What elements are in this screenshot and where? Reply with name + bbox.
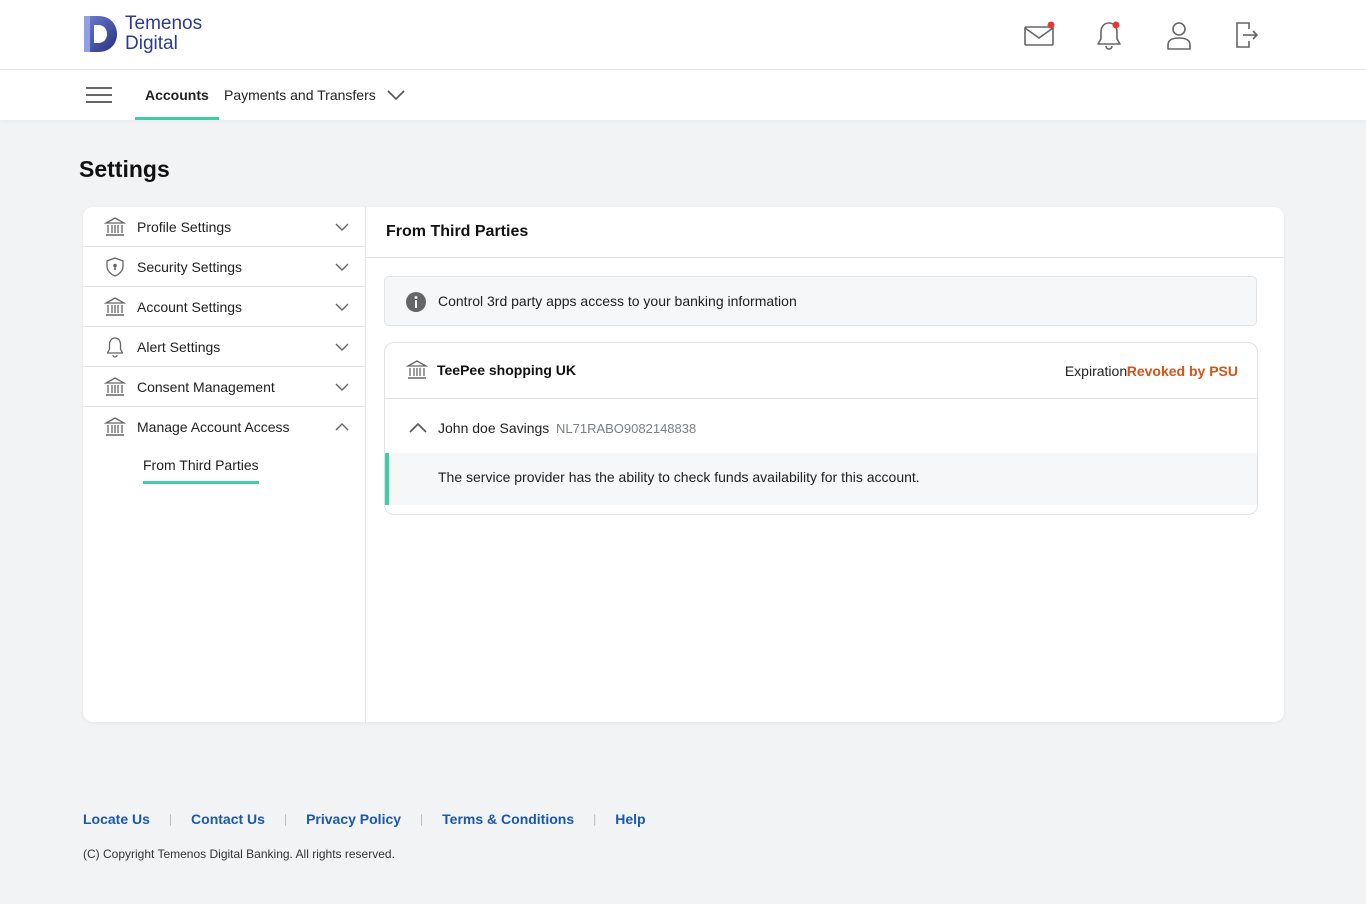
- footer-links: Locate Us | Contact Us | Privacy Policy …: [83, 811, 646, 827]
- brand-name: Temenos Digital: [125, 14, 202, 54]
- footer-separator: |: [593, 812, 597, 826]
- sidebar-item-account-settings[interactable]: Account Settings: [83, 287, 365, 327]
- footer-separator: |: [168, 812, 173, 826]
- settings-card: Profile Settings Security Settings Accou…: [83, 207, 1284, 722]
- chevron-up-icon[interactable]: [409, 422, 427, 433]
- sidebar-item-label: Consent Management: [137, 378, 275, 395]
- copyright-text: (C) Copyright Temenos Digital Banking. A…: [83, 847, 395, 861]
- permission-row: The service provider has the ability to …: [385, 453, 1257, 505]
- shield-icon: [106, 257, 124, 277]
- account-name: John doe Savings: [438, 420, 550, 436]
- sidebar-item-profile-settings[interactable]: Profile Settings: [83, 207, 365, 247]
- footer-link-contact-us[interactable]: Contact Us: [191, 811, 265, 827]
- logout-icon[interactable]: [1229, 18, 1263, 52]
- sidebar-item-label: Manage Account Access: [137, 419, 290, 435]
- brand-line1: Temenos: [125, 13, 203, 34]
- info-text: Control 3rd party apps access to your ba…: [438, 293, 797, 309]
- bell-icon: [106, 337, 124, 358]
- footer-link-privacy-policy[interactable]: Privacy Policy: [306, 811, 401, 827]
- footer-link-locate-us[interactable]: Locate Us: [83, 811, 150, 827]
- footer-link-terms-conditions[interactable]: Terms & Conditions: [442, 811, 574, 827]
- mail-icon[interactable]: [1022, 18, 1056, 52]
- temenos-logo[interactable]: Temenos Digital: [82, 14, 202, 54]
- sidebar-item-alert-settings[interactable]: Alert Settings: [83, 327, 365, 367]
- info-banner: Control 3rd party apps access to your ba…: [384, 276, 1257, 326]
- sidebar-item-label: Security Settings: [137, 258, 243, 275]
- bank-icon: [104, 217, 126, 236]
- chevron-down-icon: [335, 343, 349, 351]
- expiration-status: Revoked by PSU: [1126, 363, 1238, 379]
- chevron-down-icon: [335, 303, 349, 311]
- third-party-name: TeePee shopping UK: [437, 362, 576, 378]
- content-panel: From Third Parties Control 3rd party app…: [366, 207, 1284, 722]
- hamburger-menu-icon[interactable]: [86, 87, 112, 103]
- content-heading: From Third Parties: [366, 207, 1284, 258]
- sidebar-item-consent-management[interactable]: Consent Management: [83, 367, 365, 407]
- expiration-label: Expiration:: [1064, 363, 1131, 379]
- sidebar-item-security-settings[interactable]: Security Settings: [83, 247, 365, 287]
- chevron-down-icon: [335, 263, 349, 271]
- brand-line2: Digital: [125, 33, 178, 54]
- footer-separator: |: [420, 812, 424, 826]
- user-profile-icon[interactable]: [1162, 18, 1196, 52]
- footer-separator: |: [283, 812, 288, 826]
- chevron-up-icon: [335, 423, 349, 431]
- permission-text: The service provider has the ability to …: [438, 469, 920, 485]
- sidebar-item-label: Alert Settings: [137, 338, 221, 355]
- tab-payments-and-transfers[interactable]: Payments and Transfers: [224, 70, 376, 120]
- third-party-header: TeePee shopping UK Expiration: Revoked b…: [385, 343, 1257, 399]
- main-nav: Accounts Payments and Transfers: [0, 70, 1366, 120]
- bank-icon: [104, 417, 126, 436]
- info-icon: [406, 292, 426, 312]
- chevron-down-icon: [335, 383, 349, 391]
- sidebar-subitem-from-third-parties[interactable]: From Third Parties: [143, 457, 259, 484]
- bank-icon: [104, 297, 126, 316]
- chevron-down-icon: [335, 223, 349, 231]
- sidebar-item-label: Account Settings: [137, 298, 243, 315]
- top-header: Temenos Digital: [0, 0, 1366, 70]
- footer-link-help[interactable]: Help: [615, 811, 645, 827]
- settings-sidebar: Profile Settings Security Settings Accou…: [83, 207, 366, 722]
- page-title: Settings: [79, 156, 170, 182]
- third-party-card: TeePee shopping UK Expiration: Revoked b…: [384, 342, 1258, 515]
- account-iban: NL71RABO9082148838: [556, 421, 697, 436]
- bank-icon: [406, 360, 428, 379]
- logo-d-icon: [84, 16, 117, 52]
- bell-icon[interactable]: [1092, 18, 1126, 52]
- chevron-down-icon[interactable]: [386, 88, 406, 102]
- bank-icon: [104, 377, 126, 396]
- sidebar-item-label: Profile Settings: [137, 218, 232, 235]
- account-row[interactable]: John doe Savings NL71RABO9082148838: [385, 399, 1257, 453]
- sidebar-item-manage-account-access[interactable]: Manage Account Access: [83, 407, 365, 447]
- tab-accounts[interactable]: Accounts: [135, 70, 219, 120]
